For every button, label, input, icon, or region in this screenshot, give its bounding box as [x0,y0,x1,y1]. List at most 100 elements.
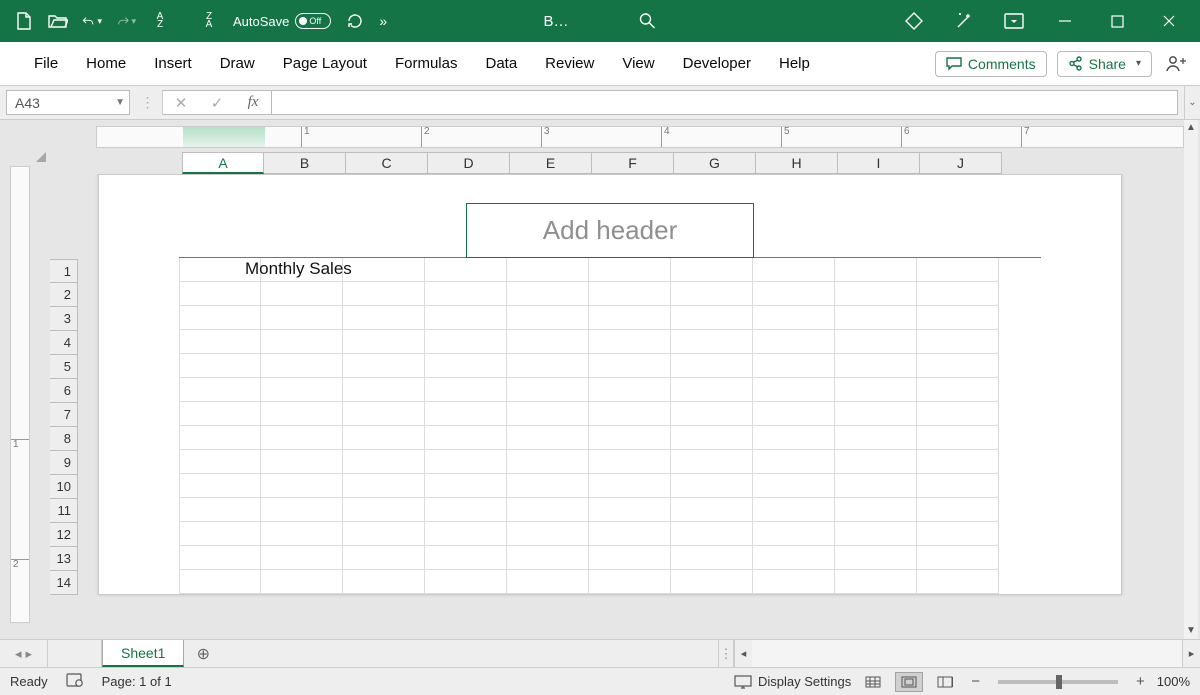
cell[interactable] [671,450,753,474]
fx-icon[interactable]: fx [235,94,271,111]
cell[interactable] [753,570,835,594]
cell[interactable] [835,522,917,546]
tab-review[interactable]: Review [531,49,608,78]
horizontal-ruler[interactable]: 1 2 3 4 5 6 7 [96,126,1184,148]
share-button[interactable]: Share ▾ [1057,51,1152,77]
cell[interactable] [179,354,261,378]
cell[interactable] [343,570,425,594]
diamond-icon[interactable] [904,11,924,31]
col-header-i[interactable]: I [838,152,920,174]
cell[interactable] [343,306,425,330]
close-button[interactable] [1158,10,1180,32]
cell[interactable] [671,546,753,570]
cell[interactable] [507,426,589,450]
row-header[interactable]: 13 [50,547,78,571]
sort-asc-icon[interactable]: AZ [150,11,170,31]
cell[interactable] [261,354,343,378]
row-header[interactable]: 14 [50,571,78,595]
cell[interactable] [671,330,753,354]
macro-record-icon[interactable] [66,673,84,690]
formula-input[interactable] [272,90,1178,115]
cell[interactable] [343,450,425,474]
cell[interactable] [507,306,589,330]
undo-icon[interactable]: ▾ [82,11,102,31]
cell[interactable] [425,570,507,594]
cell[interactable] [753,450,835,474]
cell[interactable] [589,282,671,306]
cell[interactable] [753,378,835,402]
row-header[interactable]: 3 [50,307,78,331]
row-header[interactable]: 9 [50,451,78,475]
cell[interactable] [425,426,507,450]
cell[interactable] [425,282,507,306]
zoom-in-button[interactable]: + [1132,673,1149,690]
zoom-level[interactable]: 100% [1157,674,1190,689]
scroll-right-icon[interactable]: ▸ [1182,640,1200,667]
tab-formulas[interactable]: Formulas [381,49,472,78]
cell[interactable] [179,378,261,402]
row-header[interactable]: 2 [50,283,78,307]
cell[interactable] [507,282,589,306]
row-header[interactable]: 1 [50,259,78,283]
ribbon-mode-icon[interactable] [1004,11,1024,31]
cell[interactable] [917,450,999,474]
cell[interactable] [425,378,507,402]
formula-bar-options[interactable]: ⋮ [133,90,163,115]
tab-page-layout[interactable]: Page Layout [269,49,381,78]
cell[interactable] [835,474,917,498]
cell[interactable] [835,282,917,306]
qat-overflow[interactable]: » [379,13,387,29]
zoom-slider[interactable] [998,680,1118,684]
header-right[interactable] [754,203,1041,258]
cell[interactable] [425,330,507,354]
cell[interactable] [835,402,917,426]
cancel-icon[interactable]: ✕ [163,94,199,112]
row-header[interactable]: 4 [50,331,78,355]
cell[interactable] [753,498,835,522]
cell[interactable] [589,402,671,426]
col-header-j[interactable]: J [920,152,1002,174]
cell[interactable] [753,522,835,546]
cell[interactable] [917,330,999,354]
cell[interactable] [507,450,589,474]
cell[interactable] [835,450,917,474]
cell[interactable] [753,426,835,450]
col-header-a[interactable]: A [182,152,264,174]
sheet-nav[interactable]: ◂▸ [0,640,48,667]
refresh-icon[interactable] [345,11,365,31]
cell[interactable] [917,282,999,306]
cell[interactable] [343,546,425,570]
search-icon[interactable] [639,12,657,30]
account-icon[interactable] [1162,50,1190,78]
cell[interactable] [589,450,671,474]
col-header-c[interactable]: C [346,152,428,174]
cell[interactable] [589,570,671,594]
cell[interactable] [589,354,671,378]
cell[interactable] [425,498,507,522]
cell[interactable] [753,354,835,378]
col-header-b[interactable]: B [264,152,346,174]
tab-developer[interactable]: Developer [669,49,765,78]
display-settings-button[interactable]: Display Settings [734,674,851,689]
add-sheet-button[interactable]: ⊕ [184,640,222,667]
cell[interactable] [179,402,261,426]
col-header-d[interactable]: D [428,152,510,174]
cell[interactable] [343,426,425,450]
cell[interactable] [261,570,343,594]
cell[interactable] [179,498,261,522]
cell[interactable] [261,282,343,306]
cell[interactable] [671,378,753,402]
cell[interactable] [179,546,261,570]
cell[interactable] [179,330,261,354]
autosave-toggle[interactable]: AutoSave Off [233,13,331,29]
tab-home[interactable]: Home [72,49,140,78]
horizontal-scrollbar[interactable]: ◂ ▸ [734,640,1200,667]
new-file-icon[interactable] [14,11,34,31]
cell[interactable] [671,570,753,594]
cell[interactable] [261,546,343,570]
cell[interactable] [261,522,343,546]
scroll-left-icon[interactable]: ◂ [734,640,752,667]
cell[interactable] [589,546,671,570]
maximize-button[interactable] [1106,10,1128,32]
cell[interactable] [179,450,261,474]
